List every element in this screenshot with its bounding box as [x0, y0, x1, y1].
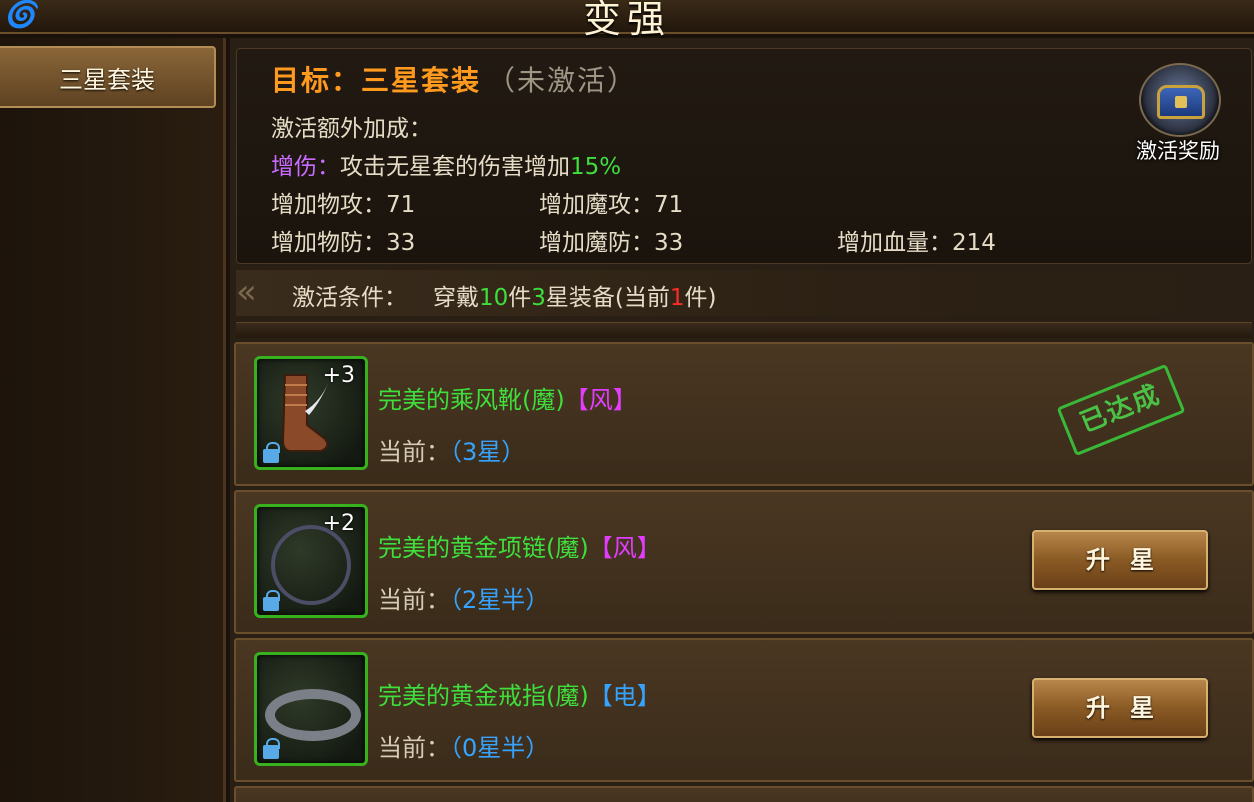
item-name-text: 完美的乘风靴(魔) [378, 386, 565, 414]
item-slot[interactable]: +3 [254, 356, 368, 470]
goal-status: （未激活） [487, 64, 638, 97]
stat-mag-def: 增加魔防：33 [539, 223, 683, 257]
lock-icon [263, 442, 280, 463]
ring-icon [265, 689, 361, 741]
stat-phys-def: 增加物防：33 [271, 223, 415, 257]
activation-reward[interactable]: 激活奖励 [1113, 55, 1243, 165]
condition-text: 激活条件： 穿戴10件3星装备(当前1件) [292, 278, 717, 312]
item-name-text: 完美的黄金戒指(魔) [378, 682, 589, 710]
item-slot[interactable] [254, 652, 368, 766]
enhance-level: +3 [322, 363, 355, 388]
bonus-special-text: 攻击无星套的伤害增加 [340, 154, 570, 180]
set-info-panel: 目标：三星套装 （未激活） 激活额外加成： 增伤：攻击无星套的伤害增加15% 增加… [236, 48, 1252, 264]
upgrade-star-button[interactable]: 升星 [1032, 530, 1208, 590]
stat-value: 71 [386, 192, 416, 218]
condition-label: 激活条件： [292, 285, 407, 311]
item-current: 当前：（2星半） [378, 580, 549, 615]
sidebar-tab-label: 三星套装 [59, 65, 155, 94]
current-value: （2星半） [450, 586, 550, 614]
equipment-row: +3 完美的乘风靴(魔)【风】 当前：（3星） 已达成 [234, 342, 1254, 486]
stat-value: 214 [952, 230, 996, 256]
item-attr: 【风】 [588, 534, 661, 562]
bonus-heading: 激活额外加成： [271, 116, 432, 142]
current-value: （3星） [450, 438, 526, 466]
bonus-special-value: 15% [570, 154, 622, 180]
item-name-text: 完美的黄金项链(魔) [378, 534, 589, 562]
condition-star: 3 [531, 285, 546, 311]
condition-p4: 件) [684, 285, 717, 311]
stat-value: 71 [654, 192, 684, 218]
stat-phys-atk: 增加物攻：71 [271, 185, 415, 219]
goal-name: 三星套装 [361, 64, 482, 97]
stat-mag-atk: 增加魔攻：71 [539, 185, 683, 219]
upgrade-star-button[interactable]: 升星 [1032, 678, 1208, 738]
stat-label: 增加魔防： [539, 230, 654, 256]
lock-icon [263, 590, 280, 611]
item-name: 完美的黄金项链(魔)【风】 [378, 528, 661, 563]
double-chevron-left-icon: « [236, 272, 257, 312]
divider [236, 322, 1252, 338]
item-current: 当前：（3星） [378, 432, 525, 467]
goal-heading: 目标：三星套装 （未激活） [271, 59, 637, 99]
item-attr: 【电】 [588, 682, 661, 710]
achieved-stamp: 已达成 [1056, 363, 1186, 457]
current-label: 当前： [378, 438, 450, 466]
sidebar-tab-three-star-set[interactable]: 三星套装 [0, 46, 216, 108]
condition-p2: 件 [508, 285, 532, 311]
condition-count: 10 [479, 285, 509, 311]
current-label: 当前： [378, 586, 450, 614]
bonus-special-sep: ： [317, 154, 340, 180]
title-bar: 🌀 变强 [0, 0, 1254, 41]
treasure-chest-icon [1139, 63, 1221, 137]
activation-condition-bar: « 激活条件： 穿戴10件3星装备(当前1件) [236, 270, 1252, 316]
item-attr: 【风】 [564, 386, 637, 414]
item-slot[interactable]: +2 [254, 504, 368, 618]
goal-prefix: 目标： [271, 64, 362, 97]
enhance-level: +2 [322, 511, 355, 536]
necklace-icon [271, 525, 351, 605]
item-name: 完美的乘风靴(魔)【风】 [378, 380, 637, 415]
condition-current: 1 [669, 285, 685, 311]
current-value: （0星半） [450, 734, 550, 762]
stat-hp: 增加血量：214 [837, 223, 996, 257]
stat-value: 33 [386, 230, 416, 256]
equipment-row-partial [234, 786, 1254, 802]
item-name: 完美的黄金戒指(魔)【电】 [378, 676, 661, 711]
bonus-special-label: 增伤 [271, 154, 317, 180]
main-panel: 目标：三星套装 （未激活） 激活额外加成： 增伤：攻击无星套的伤害增加15% 增加… [230, 38, 1254, 802]
sidebar: 三星套装 [0, 38, 226, 802]
lock-icon [263, 738, 280, 759]
condition-p3: 星装备(当前 [545, 285, 670, 311]
condition-p1: 穿戴 [433, 285, 479, 311]
equipment-row: +2 完美的黄金项链(魔)【风】 当前：（2星半） 升星 [234, 490, 1254, 634]
page-title: 变强 [582, 0, 671, 41]
current-label: 当前： [378, 734, 450, 762]
equipment-row: 完美的黄金戒指(魔)【电】 当前：（0星半） 升星 [234, 638, 1254, 782]
bonus-special: 增伤：攻击无星套的伤害增加15% [271, 147, 621, 181]
stat-label: 增加魔攻： [539, 192, 654, 218]
stat-label: 增加物攻： [271, 192, 386, 218]
stat-label: 增加物防： [271, 230, 386, 256]
reward-label: 激活奖励 [1136, 139, 1220, 163]
stat-value: 33 [654, 230, 684, 256]
stat-label: 增加血量： [837, 230, 952, 256]
item-current: 当前：（0星半） [378, 728, 549, 763]
